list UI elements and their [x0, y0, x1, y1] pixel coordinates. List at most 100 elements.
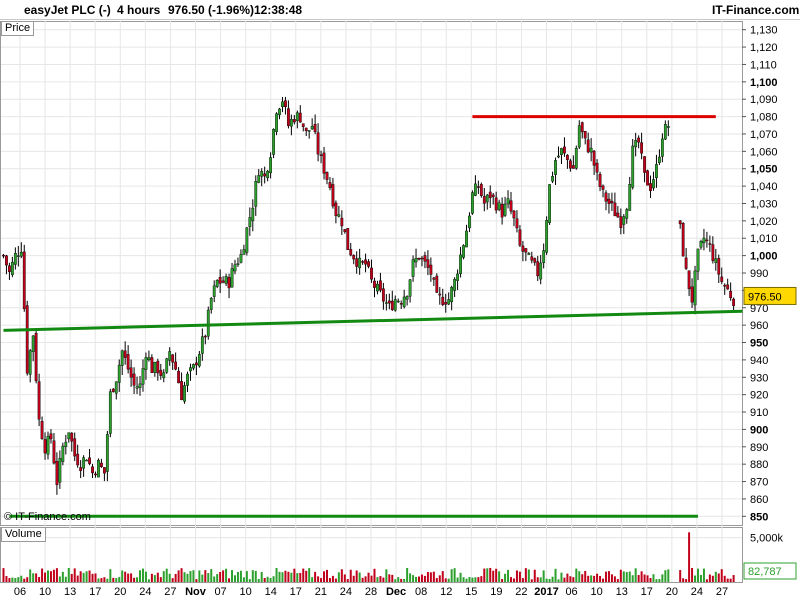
candle-body[interactable] — [379, 280, 382, 291]
candle-body[interactable] — [31, 335, 35, 352]
candle-body[interactable] — [343, 229, 347, 232]
candle-body[interactable] — [681, 223, 685, 257]
candle-body[interactable] — [518, 229, 522, 246]
candle-body[interactable] — [577, 125, 581, 148]
candle-body[interactable] — [471, 192, 474, 214]
candle-body[interactable] — [699, 241, 703, 248]
candle-body[interactable] — [248, 217, 252, 227]
candle-body[interactable] — [251, 207, 255, 222]
candle-body[interactable] — [536, 261, 540, 277]
candle-body[interactable] — [114, 381, 118, 394]
candle-body[interactable] — [105, 434, 109, 472]
candle-body[interactable] — [28, 350, 32, 375]
candle-body[interactable] — [281, 101, 284, 107]
candle-body[interactable] — [301, 123, 305, 127]
candle-body[interactable] — [70, 432, 74, 442]
candle-body[interactable] — [444, 302, 448, 305]
candle-body[interactable] — [221, 280, 225, 283]
candle-body[interactable] — [200, 336, 204, 354]
candle-body[interactable] — [269, 157, 273, 174]
candle-body[interactable] — [295, 112, 299, 121]
candle-body[interactable] — [203, 335, 207, 338]
candle-body[interactable] — [37, 381, 41, 420]
candle-body[interactable] — [542, 250, 546, 263]
candle-body[interactable] — [690, 286, 694, 303]
candle-body[interactable] — [165, 358, 169, 373]
candle-body[interactable] — [658, 156, 661, 163]
candle-body[interactable] — [684, 257, 688, 269]
candle-body[interactable] — [637, 137, 641, 143]
candle-body[interactable] — [73, 438, 77, 457]
candle-body[interactable] — [186, 373, 189, 386]
candle-body[interactable] — [687, 270, 691, 290]
candle-body[interactable] — [49, 433, 53, 440]
candle-body[interactable] — [180, 381, 183, 401]
candle-body[interactable] — [604, 192, 608, 202]
candle-body[interactable] — [206, 309, 210, 337]
candle-body[interactable] — [144, 357, 148, 370]
candle-body[interactable] — [711, 244, 715, 261]
candle-body[interactable] — [563, 146, 566, 154]
candle-body[interactable] — [245, 227, 249, 253]
candle-body[interactable] — [586, 139, 590, 153]
candle-body[interactable] — [156, 360, 160, 374]
candle-body[interactable] — [515, 218, 519, 229]
candle-body[interactable] — [304, 127, 308, 132]
candle-body[interactable] — [100, 462, 103, 467]
candle-body[interactable] — [177, 370, 180, 384]
candle-body[interactable] — [298, 112, 302, 123]
candle-body[interactable] — [396, 300, 400, 303]
candle-body[interactable] — [141, 368, 145, 385]
candle-body[interactable] — [266, 170, 270, 179]
candle-body[interactable] — [545, 220, 549, 253]
candle-body[interactable] — [607, 198, 611, 204]
candle-body[interactable] — [554, 160, 557, 175]
candle-body[interactable] — [643, 156, 646, 173]
candle-body[interactable] — [574, 147, 578, 169]
candle-body[interactable] — [390, 300, 394, 310]
candle-body[interactable] — [5, 255, 8, 266]
candle-body[interactable] — [120, 350, 124, 366]
candle-body[interactable] — [717, 258, 721, 275]
candle-body[interactable] — [132, 373, 136, 386]
candle-body[interactable] — [97, 459, 100, 478]
candle-body[interactable] — [663, 124, 667, 140]
candle-body[interactable] — [512, 210, 516, 219]
candle-body[interactable] — [423, 255, 427, 262]
candle-body[interactable] — [384, 302, 388, 304]
candle-body[interactable] — [189, 367, 192, 372]
candle-body[interactable] — [402, 296, 406, 307]
candle-body[interactable] — [153, 361, 157, 373]
candle-body[interactable] — [183, 385, 186, 402]
candle-body[interactable] — [82, 457, 86, 469]
candle-body[interactable] — [325, 172, 329, 180]
candle-body[interactable] — [209, 298, 213, 310]
candle-body[interactable] — [67, 432, 71, 440]
candle-body[interactable] — [40, 421, 44, 440]
candle-body[interactable] — [117, 364, 121, 383]
candle-body[interactable] — [263, 173, 267, 177]
candle-body[interactable] — [723, 284, 727, 287]
candle-body[interactable] — [527, 253, 531, 255]
candle-body[interactable] — [346, 228, 350, 250]
candle-body[interactable] — [494, 197, 498, 211]
candle-body[interactable] — [491, 194, 495, 197]
candle-body[interactable] — [580, 122, 584, 133]
candle-body[interactable] — [227, 277, 231, 289]
candle-body[interactable] — [473, 183, 477, 196]
candle-body[interactable] — [479, 184, 483, 196]
candle-body[interactable] — [236, 263, 240, 265]
candle-body[interactable] — [666, 126, 670, 128]
candle-body[interactable] — [488, 191, 492, 199]
candle-body[interactable] — [355, 258, 359, 267]
candle-body[interactable] — [239, 254, 243, 263]
candle-body[interactable] — [696, 248, 700, 272]
candle-body[interactable] — [729, 291, 733, 299]
candle-body[interactable] — [405, 296, 409, 300]
candle-body[interactable] — [411, 259, 415, 277]
candle-body[interactable] — [660, 138, 664, 157]
candle-body[interactable] — [162, 372, 166, 379]
candle-body[interactable] — [447, 299, 451, 305]
candle-body[interactable] — [693, 270, 697, 306]
candle-body[interactable] — [16, 255, 20, 257]
